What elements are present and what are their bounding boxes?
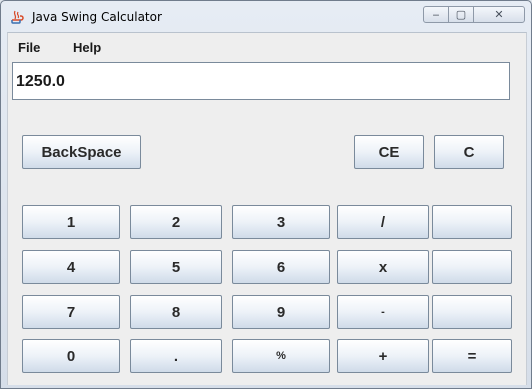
digit-9-button[interactable]: 9 (232, 295, 330, 329)
blank-button-row1[interactable] (432, 205, 512, 239)
equals-button[interactable]: = (432, 339, 512, 373)
title-bar[interactable]: Java Swing Calculator ‒ ▢ ✕ (1, 1, 531, 31)
result-display[interactable]: 1250.0 (12, 62, 510, 100)
digit-1-button[interactable]: 1 (22, 205, 120, 239)
percent-button[interactable]: % (232, 339, 330, 373)
digit-0-button[interactable]: 0 (22, 339, 120, 373)
digit-4-button[interactable]: 4 (22, 250, 120, 284)
menu-bar: File Help (8, 33, 526, 59)
digit-6-button[interactable]: 6 (232, 250, 330, 284)
menu-file[interactable]: File (18, 40, 40, 55)
close-button[interactable]: ✕ (473, 6, 525, 23)
divide-button[interactable]: / (337, 205, 429, 239)
add-button[interactable]: + (337, 339, 429, 373)
clear-button[interactable]: C (434, 135, 504, 169)
blank-button-row2[interactable] (432, 250, 512, 284)
menu-help[interactable]: Help (73, 40, 101, 55)
minimize-icon: ‒ (432, 8, 440, 21)
client-area: File Help 1250.0 BackSpace CE C 1 2 3 / … (7, 32, 527, 385)
decimal-point-button[interactable]: . (130, 339, 222, 373)
digit-7-button[interactable]: 7 (22, 295, 120, 329)
blank-button-row3[interactable] (432, 295, 512, 329)
maximize-icon: ▢ (455, 8, 467, 21)
multiply-button[interactable]: x (337, 250, 429, 284)
clear-entry-button[interactable]: CE (354, 135, 424, 169)
digit-5-button[interactable]: 5 (130, 250, 222, 284)
digit-3-button[interactable]: 3 (232, 205, 330, 239)
java-app-icon (11, 10, 24, 24)
minimize-button[interactable]: ‒ (423, 6, 449, 23)
maximize-button[interactable]: ▢ (448, 6, 474, 23)
backspace-button[interactable]: BackSpace (22, 135, 141, 169)
digit-2-button[interactable]: 2 (130, 205, 222, 239)
calculator-window: Java Swing Calculator ‒ ▢ ✕ File Help 12… (0, 0, 532, 389)
window-title: Java Swing Calculator (32, 10, 162, 24)
subtract-button[interactable]: - (337, 295, 429, 329)
close-icon: ✕ (494, 8, 504, 21)
digit-8-button[interactable]: 8 (130, 295, 222, 329)
